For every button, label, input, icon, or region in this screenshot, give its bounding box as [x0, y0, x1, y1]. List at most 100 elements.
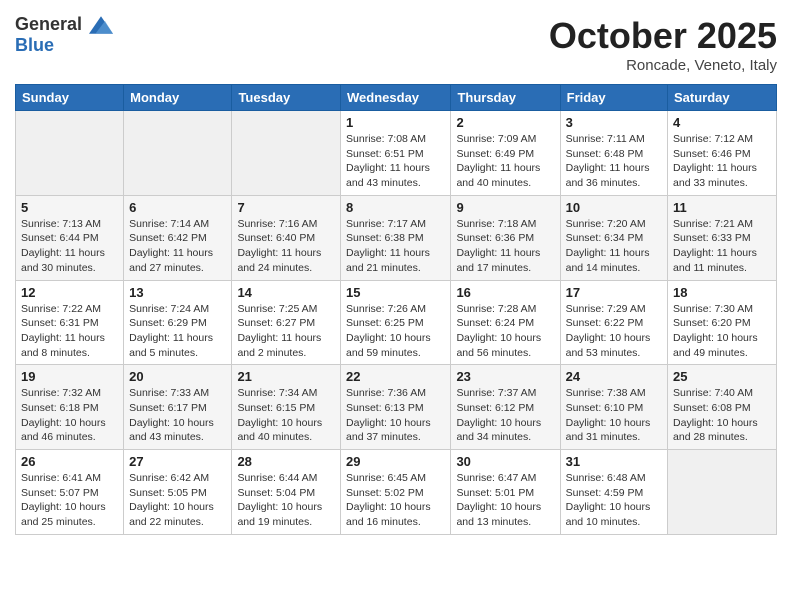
day-cell	[668, 450, 777, 535]
weekday-header-row: SundayMondayTuesdayWednesdayThursdayFrid…	[16, 85, 777, 111]
week-row-3: 12 Sunrise: 7:22 AMSunset: 6:31 PMDayligh…	[16, 280, 777, 365]
day-number: 8	[346, 200, 445, 215]
day-cell: 29 Sunrise: 6:45 AMSunset: 5:02 PMDayligh…	[341, 450, 451, 535]
day-cell: 30Sunrise: 6:47 AMSunset: 5:01 PMDayligh…	[451, 450, 560, 535]
day-number: 9	[456, 200, 554, 215]
weekday-header-monday: Monday	[124, 85, 232, 111]
day-cell: 18 Sunrise: 7:30 AMSunset: 6:20 PMDayligh…	[668, 280, 777, 365]
day-cell: 21 Sunrise: 7:34 AMSunset: 6:15 PMDayligh…	[232, 365, 341, 450]
day-number: 13	[129, 285, 226, 300]
day-cell: 13 Sunrise: 7:24 AMSunset: 6:29 PMDayligh…	[124, 280, 232, 365]
day-number: 15	[346, 285, 445, 300]
day-number: 25	[673, 369, 771, 384]
day-info: Sunrise: 7:32 AMSunset: 6:18 PMDaylight:…	[21, 386, 118, 445]
day-info: Sunrise: 7:16 AMSunset: 6:40 PMDaylight:…	[237, 217, 335, 276]
day-cell: 10 Sunrise: 7:20 AMSunset: 6:34 PMDayligh…	[560, 195, 667, 280]
day-cell: 9Sunrise: 7:18 AMSunset: 6:36 PMDaylight…	[451, 195, 560, 280]
day-info: Sunrise: 7:09 AMSunset: 6:49 PMDaylight:…	[456, 132, 554, 191]
week-row-5: 26Sunrise: 6:41 AMSunset: 5:07 PMDayligh…	[16, 450, 777, 535]
day-info: Sunrise: 7:34 AMSunset: 6:15 PMDaylight:…	[237, 386, 335, 445]
day-info: Sunrise: 7:36 AMSunset: 6:13 PMDaylight:…	[346, 386, 445, 445]
day-number: 31	[566, 454, 662, 469]
weekday-header-tuesday: Tuesday	[232, 85, 341, 111]
weekday-header-sunday: Sunday	[16, 85, 124, 111]
day-cell: 25 Sunrise: 7:40 AMSunset: 6:08 PMDayligh…	[668, 365, 777, 450]
week-row-1: 1 Sunrise: 7:08 AMSunset: 6:51 PMDaylight…	[16, 111, 777, 196]
logo: General Blue	[15, 15, 113, 56]
day-info: Sunrise: 7:40 AMSunset: 6:08 PMDaylight:…	[673, 386, 771, 445]
day-info: Sunrise: 7:22 AMSunset: 6:31 PMDaylight:…	[21, 302, 118, 361]
day-info: Sunrise: 7:13 AMSunset: 6:44 PMDaylight:…	[21, 217, 118, 276]
day-info: Sunrise: 6:45 AMSunset: 5:02 PMDaylight:…	[346, 471, 445, 530]
day-info: Sunrise: 6:47 AMSunset: 5:01 PMDaylight:…	[456, 471, 554, 530]
day-number: 19	[21, 369, 118, 384]
day-info: Sunrise: 7:24 AMSunset: 6:29 PMDaylight:…	[129, 302, 226, 361]
day-number: 12	[21, 285, 118, 300]
day-number: 4	[673, 115, 771, 130]
day-number: 23	[456, 369, 554, 384]
logo-blue: Blue	[15, 35, 113, 56]
day-number: 11	[673, 200, 771, 215]
day-info: Sunrise: 7:11 AMSunset: 6:48 PMDaylight:…	[566, 132, 662, 191]
weekday-header-thursday: Thursday	[451, 85, 560, 111]
logo-general: General	[15, 15, 113, 35]
day-cell: 20 Sunrise: 7:33 AMSunset: 6:17 PMDayligh…	[124, 365, 232, 450]
day-info: Sunrise: 7:30 AMSunset: 6:20 PMDaylight:…	[673, 302, 771, 361]
day-info: Sunrise: 7:38 AMSunset: 6:10 PMDaylight:…	[566, 386, 662, 445]
day-number: 28	[237, 454, 335, 469]
day-cell: 17Sunrise: 7:29 AMSunset: 6:22 PMDayligh…	[560, 280, 667, 365]
day-cell: 26Sunrise: 6:41 AMSunset: 5:07 PMDayligh…	[16, 450, 124, 535]
day-cell: 14 Sunrise: 7:25 AMSunset: 6:27 PMDayligh…	[232, 280, 341, 365]
day-info: Sunrise: 7:28 AMSunset: 6:24 PMDaylight:…	[456, 302, 554, 361]
day-cell: 3 Sunrise: 7:11 AMSunset: 6:48 PMDaylight…	[560, 111, 667, 196]
day-info: Sunrise: 7:08 AMSunset: 6:51 PMDaylight:…	[346, 132, 445, 191]
day-cell: 22 Sunrise: 7:36 AMSunset: 6:13 PMDayligh…	[341, 365, 451, 450]
day-number: 18	[673, 285, 771, 300]
day-info: Sunrise: 6:48 AMSunset: 4:59 PMDaylight:…	[566, 471, 662, 530]
day-info: Sunrise: 7:17 AMSunset: 6:38 PMDaylight:…	[346, 217, 445, 276]
day-number: 17	[566, 285, 662, 300]
day-cell: 12 Sunrise: 7:22 AMSunset: 6:31 PMDayligh…	[16, 280, 124, 365]
day-number: 27	[129, 454, 226, 469]
day-info: Sunrise: 6:44 AMSunset: 5:04 PMDaylight:…	[237, 471, 335, 530]
day-number: 16	[456, 285, 554, 300]
week-row-2: 5 Sunrise: 7:13 AMSunset: 6:44 PMDaylight…	[16, 195, 777, 280]
page: General Blue October 2025 Roncade, Venet…	[0, 0, 792, 550]
day-info: Sunrise: 7:14 AMSunset: 6:42 PMDaylight:…	[129, 217, 226, 276]
day-info: Sunrise: 7:25 AMSunset: 6:27 PMDaylight:…	[237, 302, 335, 361]
day-info: Sunrise: 6:41 AMSunset: 5:07 PMDaylight:…	[21, 471, 118, 530]
day-number: 29	[346, 454, 445, 469]
day-number: 10	[566, 200, 662, 215]
day-cell: 31 Sunrise: 6:48 AMSunset: 4:59 PMDayligh…	[560, 450, 667, 535]
day-info: Sunrise: 7:37 AMSunset: 6:12 PMDaylight:…	[456, 386, 554, 445]
day-number: 3	[566, 115, 662, 130]
day-info: Sunrise: 7:20 AMSunset: 6:34 PMDaylight:…	[566, 217, 662, 276]
day-cell: 6 Sunrise: 7:14 AMSunset: 6:42 PMDaylight…	[124, 195, 232, 280]
week-row-4: 19 Sunrise: 7:32 AMSunset: 6:18 PMDayligh…	[16, 365, 777, 450]
weekday-header-friday: Friday	[560, 85, 667, 111]
month-title: October 2025	[549, 15, 777, 57]
day-cell: 27 Sunrise: 6:42 AMSunset: 5:05 PMDayligh…	[124, 450, 232, 535]
day-info: Sunrise: 6:42 AMSunset: 5:05 PMDaylight:…	[129, 471, 226, 530]
day-number: 24	[566, 369, 662, 384]
day-cell: 24 Sunrise: 7:38 AMSunset: 6:10 PMDayligh…	[560, 365, 667, 450]
day-cell: 2Sunrise: 7:09 AMSunset: 6:49 PMDaylight…	[451, 111, 560, 196]
day-number: 5	[21, 200, 118, 215]
day-cell	[232, 111, 341, 196]
day-cell: 4 Sunrise: 7:12 AMSunset: 6:46 PMDaylight…	[668, 111, 777, 196]
day-number: 21	[237, 369, 335, 384]
day-number: 20	[129, 369, 226, 384]
day-cell	[16, 111, 124, 196]
weekday-header-wednesday: Wednesday	[341, 85, 451, 111]
day-cell: 23 Sunrise: 7:37 AMSunset: 6:12 PMDayligh…	[451, 365, 560, 450]
day-info: Sunrise: 7:12 AMSunset: 6:46 PMDaylight:…	[673, 132, 771, 191]
day-number: 1	[346, 115, 445, 130]
day-cell	[124, 111, 232, 196]
title-block: October 2025 Roncade, Veneto, Italy	[549, 15, 777, 74]
day-number: 22	[346, 369, 445, 384]
day-number: 6	[129, 200, 226, 215]
header: General Blue October 2025 Roncade, Venet…	[15, 15, 777, 74]
day-cell: 15Sunrise: 7:26 AMSunset: 6:25 PMDayligh…	[341, 280, 451, 365]
day-info: Sunrise: 7:33 AMSunset: 6:17 PMDaylight:…	[129, 386, 226, 445]
day-number: 14	[237, 285, 335, 300]
